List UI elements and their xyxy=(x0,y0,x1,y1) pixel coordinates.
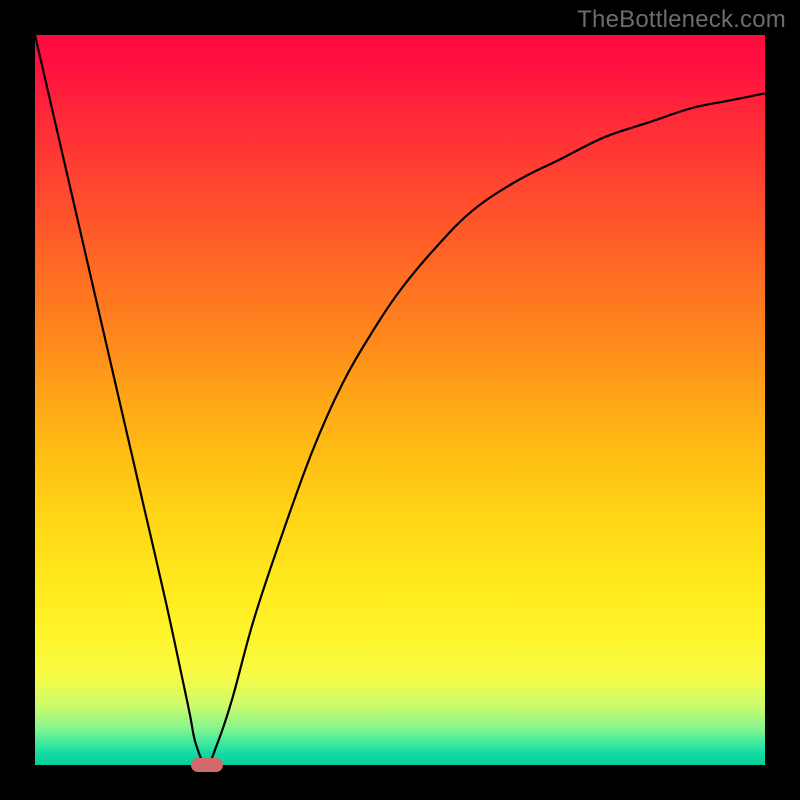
minimum-marker xyxy=(191,758,223,772)
watermark-text: TheBottleneck.com xyxy=(577,6,786,34)
chart-stage: TheBottleneck.com xyxy=(0,0,800,800)
bottleneck-curve xyxy=(35,35,765,765)
plot-area xyxy=(35,35,765,765)
